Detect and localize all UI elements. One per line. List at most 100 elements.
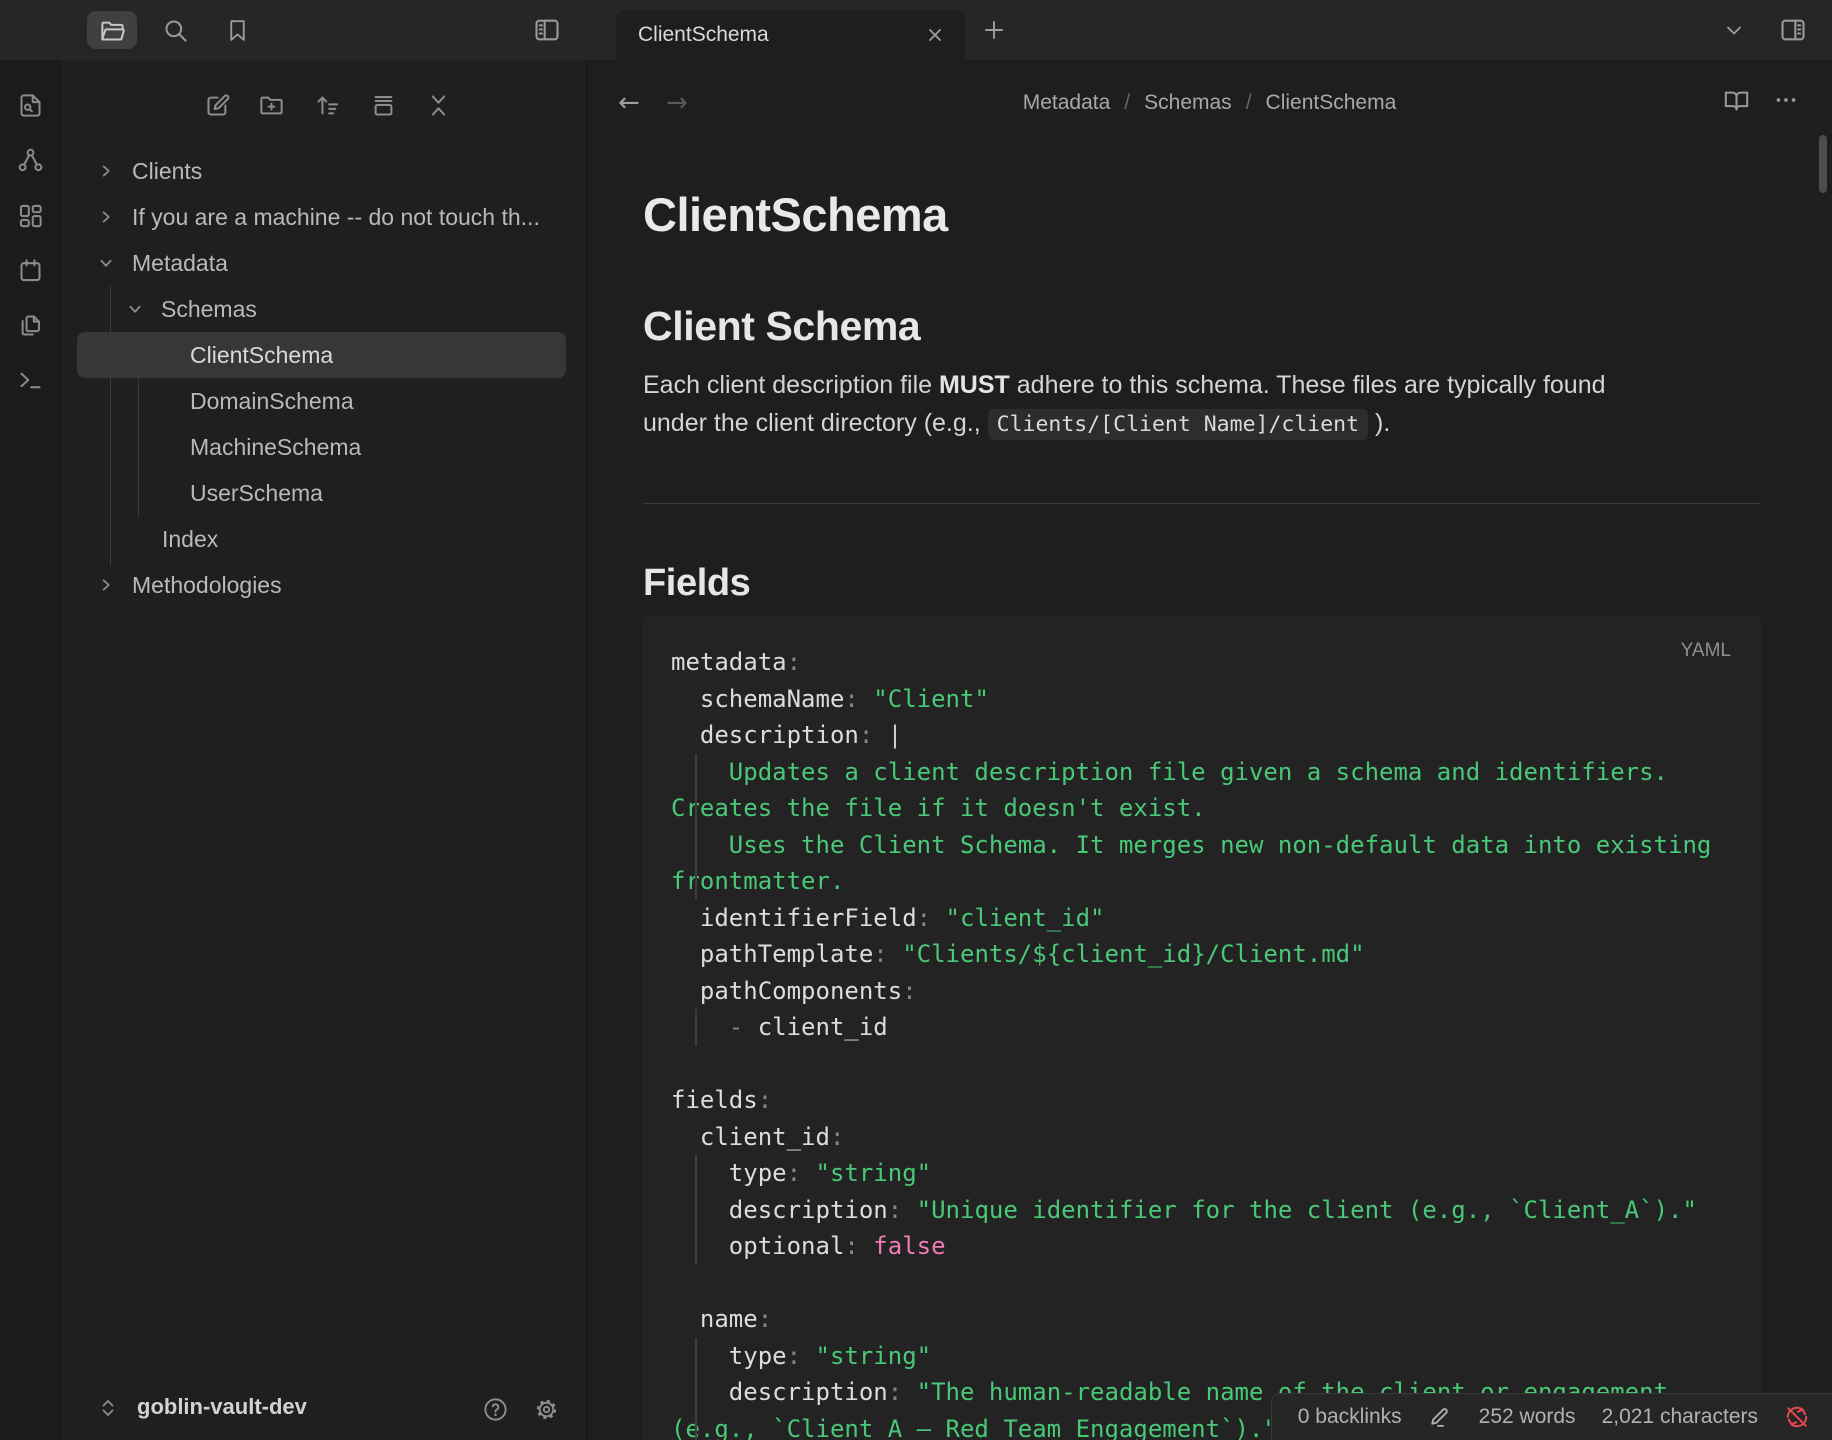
view-options-button[interactable]: [364, 87, 402, 123]
tree-item-clients[interactable]: Clients: [77, 148, 566, 194]
more-options-button[interactable]: [1764, 78, 1808, 122]
code-line: description: "Unique identifier for the …: [671, 1192, 1761, 1229]
tree-item-index[interactable]: Index: [77, 516, 566, 562]
tree-item-if-you-are-a-machine-do-not-touch-th[interactable]: If you are a machine -- do not touch th.…: [77, 194, 566, 240]
obsidian-window: ClientSchema: [0, 0, 1832, 1440]
bookmarks-pane-button[interactable]: [212, 11, 262, 49]
sync-off-icon[interactable]: [1784, 1404, 1810, 1430]
code-line: type: "string": [671, 1155, 1761, 1192]
settings-gear-icon: [533, 1396, 560, 1423]
code-token: [873, 721, 887, 749]
code-line: optional: false: [671, 1228, 1761, 1265]
settings-button[interactable]: [527, 1390, 565, 1428]
code-token: pathTemplate: [671, 940, 873, 968]
indent-guide: [695, 1411, 697, 1440]
vault-row: goblin-vault-dev: [60, 1378, 587, 1440]
new-note-icon: [204, 92, 231, 119]
intro-line: under the client directory (e.g., Client…: [643, 405, 1761, 444]
text: ).: [1368, 409, 1390, 437]
backlinks-count[interactable]: 0 backlinks: [1298, 1405, 1402, 1429]
chevron-down-icon: [1722, 18, 1746, 42]
search-pane-button[interactable]: [150, 11, 200, 49]
title-bar: ClientSchema: [0, 0, 1832, 60]
code-token: "Clients/${client_id}/Client.md": [902, 940, 1364, 968]
code-token: :: [917, 904, 931, 932]
tab-clientschema[interactable]: ClientSchema: [616, 10, 965, 60]
breadcrumb-item[interactable]: ClientSchema: [1266, 91, 1397, 115]
chevron-down-icon[interactable]: [122, 296, 148, 322]
code-line: identifierField: "client_id": [671, 900, 1761, 937]
fields-heading: Fields: [643, 560, 1761, 606]
tree-item-clientschema[interactable]: ClientSchema: [77, 332, 566, 378]
canvas-button[interactable]: [13, 198, 47, 232]
code-token: (e.g., `Client A – Red Team Engagement`)…: [671, 1415, 1278, 1440]
code-token: "string": [816, 1159, 932, 1187]
tree-item-metadata[interactable]: Metadata: [77, 240, 566, 286]
tab-close-icon[interactable]: [923, 23, 947, 47]
vault-name[interactable]: goblin-vault-dev: [137, 1394, 307, 1420]
quick-switcher-button[interactable]: [13, 88, 47, 122]
new-note-button[interactable]: [198, 87, 236, 123]
tree-item-label: Index: [162, 526, 218, 553]
templates-button[interactable]: [13, 308, 47, 342]
code-token: "Client": [873, 685, 989, 713]
help-button[interactable]: [476, 1390, 514, 1428]
tree-item-methodologies[interactable]: Methodologies: [77, 562, 566, 608]
intro-paragraph: Each client description file MUST adhere…: [643, 367, 1761, 443]
tree-item-machineschema[interactable]: MachineSchema: [77, 424, 566, 470]
sort-order-button[interactable]: [308, 87, 346, 123]
code-token: [859, 1232, 873, 1260]
new-folder-button[interactable]: [252, 87, 290, 123]
scrollbar-thumb[interactable]: [1819, 135, 1827, 193]
plus-icon: [982, 18, 1006, 42]
tree-item-label: Methodologies: [132, 572, 282, 599]
forward-arrow-icon[interactable]: →: [666, 88, 688, 118]
indent-guide: [695, 1192, 697, 1229]
tree-item-schemas[interactable]: Schemas: [77, 286, 566, 332]
code-token: client_id: [758, 1013, 888, 1041]
terminal-button[interactable]: [13, 363, 47, 397]
text: under the client directory (e.g.,: [643, 409, 988, 437]
code-token: name: [671, 1305, 758, 1333]
tree-item-label: Metadata: [132, 250, 228, 277]
code-token: description: [671, 1196, 888, 1224]
tree-item-userschema[interactable]: UserSchema: [77, 470, 566, 516]
indent-guide: [695, 1338, 697, 1375]
left-sidebar-toggle-button[interactable]: [522, 11, 572, 49]
code-token: description: [671, 1378, 888, 1406]
breadcrumb-item[interactable]: Schemas: [1144, 91, 1232, 115]
character-count: 2,021 characters: [1602, 1405, 1758, 1429]
tree-item-domainschema[interactable]: DomainSchema: [77, 378, 566, 424]
search-icon: [162, 17, 189, 44]
code-token: "Unique identifier for the client (e.g.,…: [917, 1196, 1697, 1224]
code-line: metadata:: [671, 644, 1761, 681]
vault-switcher-icon[interactable]: [96, 1396, 120, 1420]
code-token: description: [671, 721, 859, 749]
daily-note-button[interactable]: [13, 253, 47, 287]
graph-view-button[interactable]: [13, 143, 47, 177]
breadcrumb-item[interactable]: Metadata: [1023, 91, 1111, 115]
code-line: Creates the file if it doesn't exist.: [671, 790, 1761, 827]
files-pane-button[interactable]: [87, 11, 137, 49]
code-token: |: [888, 721, 902, 749]
right-sidebar-toggle-button[interactable]: [1768, 11, 1818, 49]
chevron-down-icon[interactable]: [93, 250, 119, 276]
code-line: [671, 1265, 1761, 1302]
chevron-right-icon[interactable]: [93, 572, 119, 598]
tab-list-dropdown-button[interactable]: [1712, 11, 1756, 49]
code-token: [931, 904, 945, 932]
reading-mode-button[interactable]: [1714, 78, 1758, 122]
edit-indicator-icon[interactable]: [1428, 1405, 1453, 1430]
code-token: frontmatter.: [671, 867, 844, 895]
text: adhere to this schema. These files are t…: [1010, 371, 1606, 399]
text: Each client description file: [643, 371, 939, 399]
back-arrow-icon[interactable]: ←: [618, 88, 640, 118]
chevron-right-icon[interactable]: [93, 204, 119, 230]
code-token: :: [787, 1342, 801, 1370]
new-tab-button[interactable]: [972, 11, 1016, 49]
code-token: -: [671, 1013, 758, 1041]
indent-guide: [695, 1374, 697, 1411]
collapse-all-button[interactable]: [419, 87, 457, 123]
code-token: Creates the file if it doesn't exist.: [671, 794, 1206, 822]
chevron-right-icon[interactable]: [93, 158, 119, 184]
